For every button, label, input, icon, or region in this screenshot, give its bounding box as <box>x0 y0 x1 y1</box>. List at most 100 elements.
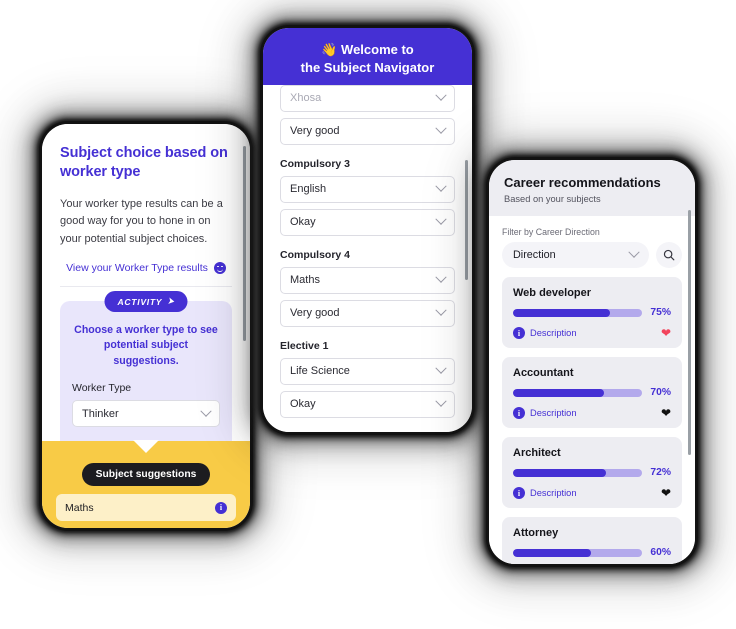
favorite-heart-icon[interactable]: ❤ <box>661 327 671 339</box>
activity-badge-label: ACTIVITY <box>117 296 163 307</box>
activity-instruction: Choose a worker type to see potential su… <box>74 324 218 367</box>
chevron-down-icon <box>435 395 447 408</box>
phone-subject-navigator: 👋 Welcome to the Subject Navigator Xhosa… <box>263 28 472 432</box>
chevron-down-icon <box>628 246 640 258</box>
partial-rating-value: Very good <box>290 125 340 138</box>
header-line-2: the Subject Navigator <box>300 59 435 75</box>
progress-fill <box>513 468 607 477</box>
screenshot-stage: Subject choice based on worker type Your… <box>0 0 736 629</box>
chevron-down-icon <box>435 362 447 375</box>
career-name: Accountant <box>513 367 574 379</box>
worker-type-label: Worker Type <box>72 382 132 395</box>
subject-select-elective-1[interactable]: Life Science <box>280 357 455 385</box>
progress-fill <box>513 548 591 557</box>
info-icon: i <box>513 487 525 499</box>
career-header: Career recommendations Based on your sub… <box>489 160 695 216</box>
career-card[interactable]: Accountant 70% i Description ❤ <box>502 357 682 428</box>
navigator-header: 👋 Welcome to the Subject Navigator <box>263 28 472 91</box>
worker-type-select-value: Thinker <box>82 407 119 420</box>
progress-track <box>513 468 643 477</box>
progress-fill <box>513 388 604 397</box>
group-label-compulsory-3: Compulsory 3 <box>280 157 351 170</box>
phone-career-recommendations: Career recommendations Based on your sub… <box>489 160 695 564</box>
rating-select-compulsory-4[interactable]: Very good <box>280 299 455 327</box>
scrollbar[interactable] <box>688 210 691 455</box>
chevron-down-icon <box>435 180 447 193</box>
phone-subject-choice: Subject choice based on worker type Your… <box>42 124 250 528</box>
career-card[interactable]: Web developer 75% i Description ❤ <box>502 277 682 348</box>
career-match-bar: 60% <box>513 547 671 558</box>
suggestion-label: Maths <box>65 501 94 514</box>
progress-fill <box>513 308 611 317</box>
career-card-footer: i Description ❤ <box>513 407 671 419</box>
subject-select-compulsory-3[interactable]: English <box>280 175 455 203</box>
subject-value: Maths <box>290 274 320 287</box>
match-percent: 70% <box>650 387 671 398</box>
header-line-1: 👋 Welcome to <box>321 42 414 57</box>
description-label: Description <box>530 488 577 498</box>
career-direction-value: Direction <box>513 249 556 261</box>
subject-select-compulsory-4[interactable]: Maths <box>280 266 455 294</box>
scrollbar[interactable] <box>465 160 468 280</box>
worker-type-results-link-label: View your Worker Type results <box>66 262 208 274</box>
subject-value: Life Science <box>290 365 350 378</box>
chevron-down-icon <box>435 89 447 102</box>
page-title: Career recommendations <box>504 175 661 190</box>
worker-type-select[interactable]: Thinker <box>72 400 220 428</box>
career-body: Filter by Career Direction Direction Web… <box>489 216 695 564</box>
scrollbar[interactable] <box>243 146 246 341</box>
info-icon[interactable]: i <box>215 501 227 514</box>
description-link[interactable]: i Description <box>513 487 577 499</box>
rating-value: Okay <box>290 398 316 411</box>
page-subtitle: Based on your subjects <box>504 194 601 204</box>
cursor-pointer-icon: ➤ <box>167 295 176 307</box>
rating-select-compulsory-3[interactable]: Okay <box>280 208 455 236</box>
progress-track <box>513 548 643 557</box>
match-percent: 60% <box>650 547 671 558</box>
career-card[interactable]: Architect 72% i Description ❤ <box>502 437 682 508</box>
rating-value: Okay <box>290 216 316 229</box>
match-percent: 72% <box>650 467 671 478</box>
career-direction-select[interactable]: Direction <box>502 242 649 268</box>
subject-suggestions-pill: Subject suggestions <box>81 463 211 487</box>
description-label: Description <box>530 328 577 338</box>
partial-subject-value: Xhosa <box>290 92 322 105</box>
activity-card: ACTIVITY ➤ Choose a worker type to see p… <box>60 291 232 442</box>
navigator-form: Xhosa Very good Compulsory 3 English Oka… <box>263 84 472 432</box>
description-link[interactable]: i Description <box>513 407 577 419</box>
intro-paragraph: Your worker type results can be a good w… <box>60 197 223 246</box>
group-label-elective-1: Elective 1 <box>280 339 329 352</box>
list-item[interactable]: Maths i <box>56 494 236 522</box>
group-label-compulsory-4: Compulsory 4 <box>280 248 351 261</box>
career-name: Web developer <box>513 287 592 299</box>
left-phone-content: Subject choice based on worker type Your… <box>42 124 250 442</box>
subject-suggestions-panel: Subject suggestions Maths i Physical Sci… <box>42 440 250 528</box>
match-percent: 75% <box>650 307 671 318</box>
filter-row: Direction <box>502 242 682 268</box>
subject-value: English <box>290 183 327 196</box>
career-name: Architect <box>513 447 561 459</box>
partial-subject-select[interactable]: Xhosa <box>280 84 455 112</box>
search-icon[interactable] <box>656 242 682 268</box>
career-match-bar: 70% <box>513 387 671 398</box>
info-icon: i <box>513 327 525 339</box>
partial-rating-select[interactable]: Very good <box>280 117 455 145</box>
smiley-face-icon <box>213 262 226 274</box>
chevron-down-icon <box>435 213 447 226</box>
chevron-down-icon <box>435 122 447 135</box>
favorite-heart-icon[interactable]: ❤ <box>661 407 671 419</box>
description-link[interactable]: i Description <box>513 327 577 339</box>
career-card-footer: i Description ❤ <box>513 487 671 499</box>
chevron-down-icon <box>435 304 447 317</box>
progress-track <box>513 308 643 317</box>
rating-select-elective-1[interactable]: Okay <box>280 390 455 418</box>
filter-label: Filter by Career Direction <box>502 227 600 237</box>
worker-type-results-link[interactable]: View your Worker Type results <box>60 262 232 287</box>
career-card-footer: i Description ❤ <box>513 327 671 339</box>
career-card[interactable]: Attorney 60% i Description ❤ <box>502 517 682 564</box>
favorite-heart-icon[interactable]: ❤ <box>661 487 671 499</box>
activity-badge: ACTIVITY ➤ <box>104 291 188 312</box>
career-match-bar: 72% <box>513 467 671 478</box>
career-name: Attorney <box>513 527 559 539</box>
page-title: Subject choice based on worker type <box>60 145 228 181</box>
